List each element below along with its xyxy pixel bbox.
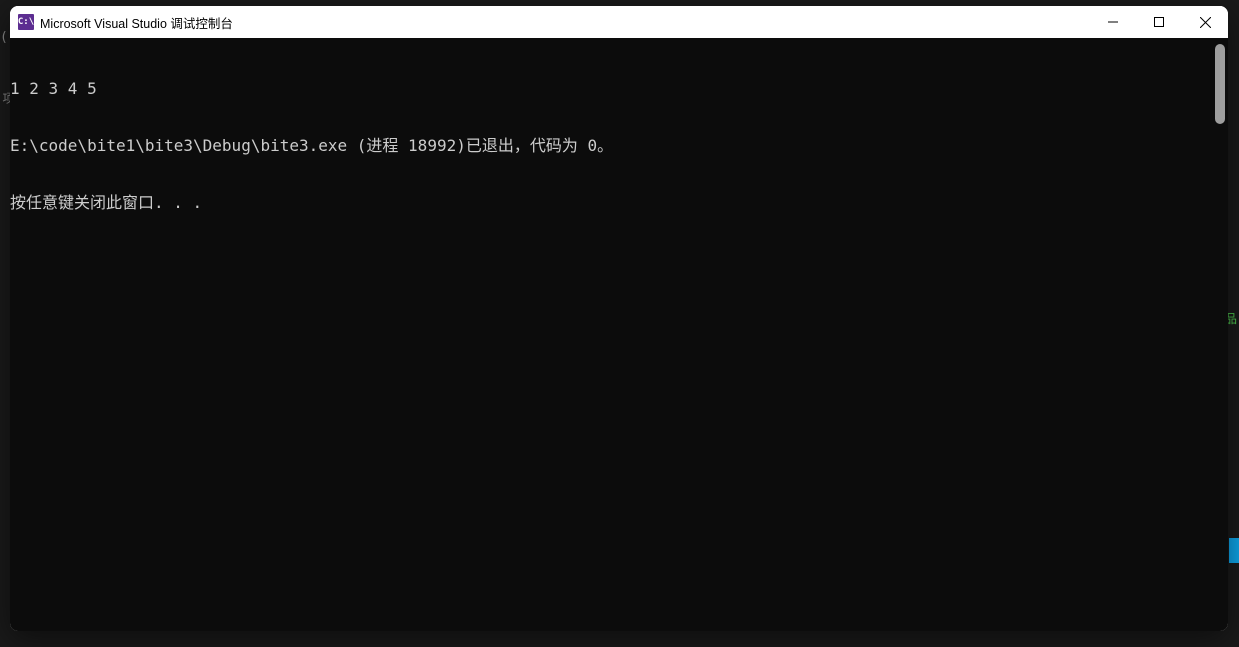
window-controls <box>1090 6 1228 38</box>
minimize-button[interactable] <box>1090 6 1136 38</box>
scrollbar-track[interactable] <box>1212 38 1228 631</box>
background-right-accent <box>1229 538 1239 563</box>
console-output[interactable]: 1 2 3 4 5 E:\code\bite1\bite3\Debug\bite… <box>10 38 1228 631</box>
console-line: 1 2 3 4 5 <box>10 79 1228 98</box>
minimize-icon <box>1108 17 1118 27</box>
app-icon: C:\ <box>18 14 34 30</box>
maximize-button[interactable] <box>1136 6 1182 38</box>
close-button[interactable] <box>1182 6 1228 38</box>
scrollbar-thumb[interactable] <box>1215 44 1225 124</box>
background-editor-fragment: ( <box>0 30 8 45</box>
titlebar[interactable]: C:\ Microsoft Visual Studio 调试控制台 <box>10 6 1228 38</box>
console-line: E:\code\bite1\bite3\Debug\bite3.exe (进程 … <box>10 136 1228 155</box>
maximize-icon <box>1154 17 1164 27</box>
console-line: 按任意键关闭此窗口. . . <box>10 193 1228 212</box>
close-icon <box>1200 17 1211 28</box>
console-window: C:\ Microsoft Visual Studio 调试控制台 1 2 3 … <box>10 6 1228 631</box>
window-title: Microsoft Visual Studio 调试控制台 <box>40 13 1090 32</box>
